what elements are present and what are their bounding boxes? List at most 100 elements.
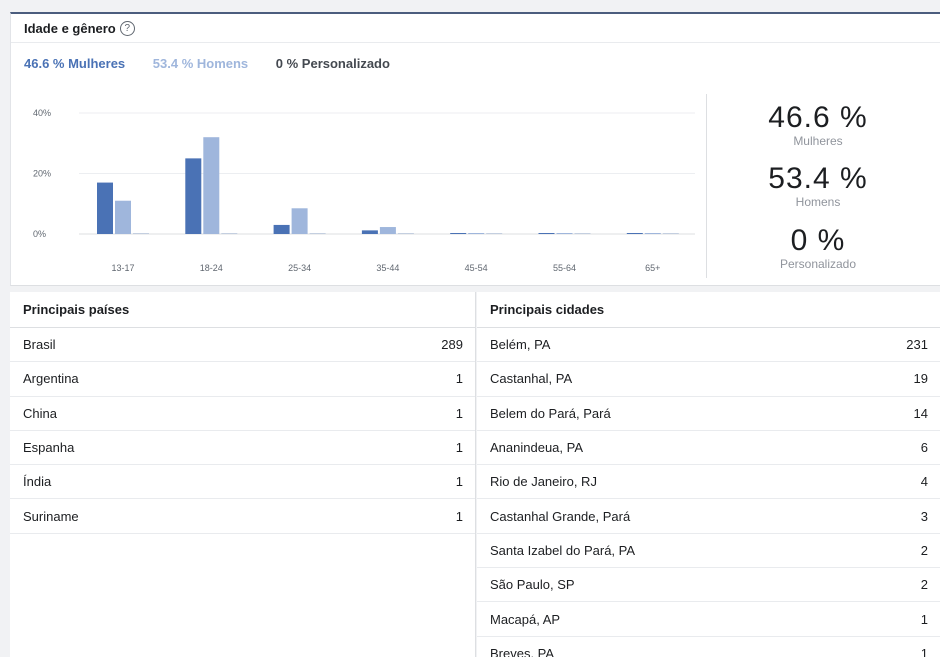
country-name: China	[23, 405, 57, 421]
city-count: 1	[920, 645, 928, 657]
x-tick-label: 65+	[645, 263, 660, 273]
gender-summary: 46.6 % Mulheres 53.4 % Homens 0 % Person…	[24, 56, 414, 71]
city-name: Macapá, AP	[490, 611, 561, 627]
country-count: 1	[455, 371, 463, 387]
city-row: Belem do Pará, Pará 14	[477, 397, 940, 431]
country-name: Suriname	[23, 508, 79, 524]
city-row: Ananindeua, PA 6	[477, 431, 940, 466]
stat-women-value: 46.6 %	[768, 101, 868, 134]
bar-personalizado-45-54[interactable]	[486, 233, 503, 234]
city-count: 3	[920, 508, 928, 524]
x-tick-label: 45-54	[465, 263, 488, 273]
country-count: 1	[455, 508, 463, 524]
bar-homens-35-44[interactable]	[379, 227, 396, 234]
country-count: 289	[441, 337, 463, 353]
bar-mulheres-35-44[interactable]	[361, 230, 378, 234]
country-name: Argentina	[23, 371, 79, 387]
country-count: 1	[455, 474, 463, 490]
city-count: 1	[920, 611, 928, 627]
x-tick-label: 13-17	[111, 263, 134, 273]
country-row: Brasil 289	[10, 328, 475, 363]
y-tick-label: 40%	[33, 108, 51, 118]
country-name: Espanha	[23, 440, 75, 456]
stat-men-value: 53.4 %	[768, 162, 868, 195]
city-name: Belem do Pará, Pará	[490, 405, 611, 421]
city-row: Castanhal Grande, Pará 3	[477, 499, 940, 534]
city-name: Breves, PA	[490, 645, 555, 657]
bar-homens-18-24[interactable]	[203, 137, 220, 234]
gender-women-label: 46.6 % Mulheres	[24, 56, 126, 71]
bar-homens-25-34[interactable]	[291, 208, 308, 234]
bar-personalizado-65+[interactable]	[662, 233, 679, 234]
gender-men-label: 53.4 % Homens	[152, 56, 249, 71]
bar-personalizado-18-24[interactable]	[221, 233, 238, 234]
bar-personalizado-35-44[interactable]	[397, 233, 414, 234]
stat-custom-value: 0 %	[790, 224, 846, 257]
city-count: 2	[920, 542, 928, 558]
chart-divider	[706, 94, 707, 278]
country-name: Índia	[23, 474, 52, 490]
age-gender-card: Idade e gênero ? 46.6 % Mulheres 53.4 % …	[10, 12, 940, 286]
bar-mulheres-25-34[interactable]	[273, 224, 290, 234]
city-row: Belém, PA 231	[477, 328, 940, 363]
country-row: Suriname 1	[10, 499, 475, 534]
city-name: Santa Izabel do Pará, PA	[490, 542, 636, 558]
city-count: 231	[906, 337, 928, 353]
bar-personalizado-55-64[interactable]	[574, 233, 591, 234]
country-count: 1	[455, 440, 463, 456]
help-icon[interactable]: ?	[119, 20, 135, 36]
city-name: Ananindeua, PA	[490, 440, 583, 456]
city-row: Santa Izabel do Pará, PA 2	[477, 534, 940, 569]
top-cities-panel: Principais cidades Belém, PA 231 Castanh…	[477, 292, 940, 657]
bar-mulheres-13-17[interactable]	[97, 182, 113, 234]
stat-women: 46.6 % Mulheres	[731, 101, 905, 149]
stat-custom-label: Personalizado	[779, 257, 857, 271]
card-title: Idade e gênero	[24, 20, 116, 36]
bar-mulheres-18-24[interactable]	[185, 158, 202, 234]
bar-homens-65+[interactable]	[644, 233, 661, 234]
y-tick-label: 0%	[33, 229, 46, 239]
bar-mulheres-55-64[interactable]	[538, 233, 555, 234]
stat-men-label: Homens	[795, 195, 841, 209]
bar-mulheres-65+[interactable]	[626, 233, 643, 234]
city-row: Macapá, AP 1	[477, 602, 940, 637]
city-name: Belém, PA	[490, 337, 551, 353]
bar-mulheres-45-54[interactable]	[450, 233, 467, 234]
y-tick-label: 20%	[33, 169, 51, 179]
stat-custom: 0 % Personalizado	[731, 224, 905, 272]
city-count: 2	[920, 577, 928, 593]
top-countries-title: Principais países	[10, 292, 475, 328]
gender-custom-label: 0 % Personalizado	[275, 56, 390, 71]
bar-homens-55-64[interactable]	[556, 233, 573, 234]
bar-personalizado-25-34[interactable]	[309, 233, 326, 234]
bar-personalizado-13-17[interactable]	[133, 233, 149, 234]
bar-homens-13-17[interactable]	[115, 200, 131, 234]
city-count: 14	[913, 405, 928, 421]
x-tick-label: 35-44	[376, 263, 399, 273]
country-row: Argentina 1	[10, 362, 475, 397]
country-row: China 1	[10, 397, 475, 431]
city-row: Rio de Janeiro, RJ 4	[477, 465, 940, 500]
country-row: Índia 1	[10, 465, 475, 500]
card-header: Idade e gênero ?	[11, 14, 940, 43]
top-countries-panel: Principais países Brasil 289 Argentina 1…	[10, 292, 476, 657]
stat-women-label: Mulheres	[793, 134, 843, 148]
country-name: Brasil	[23, 337, 56, 353]
top-cities-title: Principais cidades	[477, 292, 940, 328]
city-name: São Paulo, SP	[490, 577, 575, 593]
stat-men: 53.4 % Homens	[731, 162, 905, 210]
x-tick-label: 18-24	[200, 263, 223, 273]
country-count: 1	[455, 405, 463, 421]
audience-insights-page: Idade e gênero ? 46.6 % Mulheres 53.4 % …	[0, 0, 940, 657]
city-count: 4	[920, 474, 928, 490]
bar-homens-45-54[interactable]	[468, 233, 485, 234]
age-gender-bar-chart: 0% 20% 40% 13-17 18-24 25-34 35-44 45-54 55-64 65…	[33, 108, 695, 273]
city-row: Breves, PA 1	[477, 637, 940, 657]
city-count: 6	[920, 440, 928, 456]
city-name: Castanhal Grande, Pará	[490, 508, 631, 524]
city-name: Rio de Janeiro, RJ	[490, 474, 597, 490]
country-row: Espanha 1	[10, 431, 475, 466]
city-row: Castanhal, PA 19	[477, 362, 940, 397]
city-row: São Paulo, SP 2	[477, 568, 940, 603]
x-tick-label: 55-64	[553, 263, 576, 273]
